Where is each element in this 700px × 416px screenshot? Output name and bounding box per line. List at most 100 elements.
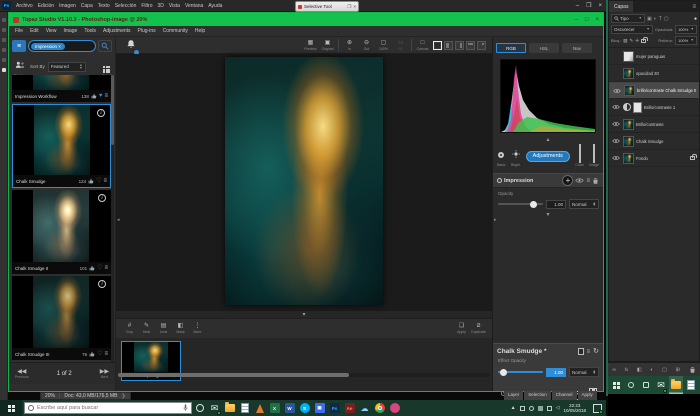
task-view-button-2[interactable] <box>639 376 653 394</box>
view-mode-top-button[interactable] <box>466 41 475 50</box>
preset-menu-icon[interactable]: ≡ <box>104 351 108 357</box>
microphone-icon[interactable] <box>183 404 188 412</box>
filter-adjustment-icon[interactable]: ◐ <box>654 16 657 22</box>
layer-filter-select[interactable]: Tipo ▼ <box>611 14 645 23</box>
preset-menu-icon[interactable]: ≡ <box>103 178 107 184</box>
filter-pin-icon[interactable]: ● <box>694 16 697 22</box>
ps-restore-button[interactable]: ❐ <box>586 2 591 9</box>
info-icon[interactable]: i <box>98 194 106 202</box>
effect-opacity-slider[interactable] <box>498 371 543 373</box>
volume-icon[interactable]: ◁ <box>556 405 560 411</box>
thumbs-up-icon[interactable] <box>89 265 95 271</box>
tab-selection[interactable]: Selection <box>524 391 551 400</box>
add-adjustment-button[interactable]: + <box>562 175 573 186</box>
adjustments-button[interactable]: Adjustments <box>526 151 570 162</box>
basic-button[interactable]: Basic <box>497 145 506 167</box>
original-button[interactable]: ▣Original <box>319 40 336 51</box>
excel-icon[interactable]: X <box>267 400 282 416</box>
photoshop-icon[interactable]: Ps <box>327 400 342 416</box>
favorite-icon[interactable]: ♥ <box>99 93 103 99</box>
impression-adjustment-header[interactable]: Impression + ≡ <box>493 173 603 188</box>
impression-opacity-slider[interactable] <box>498 203 543 205</box>
link-layers-icon[interactable]: ∞ <box>612 367 616 373</box>
tray-icon-4[interactable] <box>547 406 552 411</box>
zoom-100-button[interactable]: ▢100% <box>375 40 392 51</box>
info-icon[interactable]: i <box>97 109 105 117</box>
tz-menu-help[interactable]: Help <box>195 28 205 34</box>
effect-menu-icon[interactable]: ≡ <box>587 349 591 355</box>
start-button-2[interactable] <box>609 376 623 394</box>
visibility-toggle-on[interactable] <box>611 104 621 110</box>
sort-select[interactable]: Featured▲▼ <box>48 62 86 72</box>
filter-type-icon[interactable]: T <box>659 16 662 22</box>
image-canvas[interactable] <box>116 54 492 311</box>
tz-menu-view[interactable]: View <box>46 28 57 34</box>
status-expand-arrow[interactable]: ❯ <box>121 393 125 399</box>
ps-menu-capa[interactable]: Capa <box>81 3 93 9</box>
tz-menu-file[interactable]: File <box>15 28 23 34</box>
tab-nav[interactable]: Nav <box>562 43 592 53</box>
adjustment-menu-icon[interactable]: ≡ <box>586 178 590 184</box>
action-center-icon[interactable] <box>593 404 602 413</box>
ps-menu-3d[interactable]: 3D <box>158 3 164 9</box>
blend-mode-select[interactable]: Oscurecer▼ <box>611 25 653 34</box>
lock-transparency-icon[interactable]: ▨ <box>623 38 627 44</box>
layer-row-fondo[interactable]: Fondo <box>609 150 699 167</box>
thumbs-up-icon[interactable] <box>91 93 97 99</box>
layer-row-brillo-contraste-chalk-smudge-ii[interactable]: brillo/contraste Chalk Smudge II <box>609 82 699 99</box>
gimp-icon[interactable] <box>387 400 402 416</box>
reset-history-icon[interactable]: ↻ <box>593 348 599 355</box>
ps-close-button[interactable]: × <box>598 3 602 9</box>
previous-page-button[interactable]: ◀◀ Previous <box>15 369 29 379</box>
ps-menu-edicion[interactable]: Edición <box>38 3 54 9</box>
color-button[interactable]: Color <box>575 145 583 167</box>
panel-menu-icon[interactable]: ≡ <box>692 4 699 10</box>
zoom-in-button[interactable]: ⊕In <box>341 40 358 51</box>
taskbar-search-input[interactable] <box>37 405 180 411</box>
onedrive-icon[interactable]: ☁ <box>357 400 372 416</box>
visibility-toggle-on[interactable] <box>611 138 621 144</box>
bright-button[interactable]: Bright <box>511 145 520 167</box>
visibility-toggle-on[interactable] <box>611 155 621 161</box>
layer-row-opacidad-30[interactable]: opacidad 30 <box>609 65 699 82</box>
lock-brush-icon[interactable]: ✎ <box>630 38 634 44</box>
tray-expand-icon[interactable]: ▲ <box>511 405 516 411</box>
ps-menu-ayuda[interactable]: Ayuda <box>208 3 222 9</box>
collapse-impression-chevron[interactable]: ▾ <box>493 211 603 218</box>
duplicate-button[interactable]: ⧄Duplicate <box>470 323 487 334</box>
notifications-button[interactable] <box>126 36 136 54</box>
chrome-icon[interactable] <box>372 400 387 416</box>
delete-layer-icon[interactable] <box>689 366 696 374</box>
tz-menu-community[interactable]: Community <box>163 28 188 34</box>
view-mode-single-button[interactable] <box>433 41 442 50</box>
notepad-icon-2[interactable] <box>684 376 698 394</box>
taskbar-clock[interactable]: 22:23 10/05/2018 <box>563 403 586 414</box>
collapse-histogram-chevron[interactable]: ▴ <box>493 136 603 143</box>
visibility-eye-icon[interactable] <box>575 177 584 184</box>
tz-menu-plugins[interactable]: Plug-ins <box>138 28 156 34</box>
effect-opacity-value[interactable]: 1.00 <box>546 368 566 377</box>
ps-menu-seleccion[interactable]: Selección <box>115 3 137 9</box>
tray-icon-3[interactable] <box>538 406 543 411</box>
selective-tool-restore-button[interactable]: ❐ <box>347 4 351 10</box>
filter-shape-icon[interactable]: ▢ <box>664 16 669 22</box>
lock-move-icon[interactable]: ✛ <box>635 38 639 44</box>
topaz-close-button[interactable]: × <box>595 17 599 23</box>
tz-menu-image[interactable]: Image <box>63 28 77 34</box>
new-adjustment-icon[interactable]: ◐ <box>650 367 653 373</box>
task-view-button[interactable] <box>192 400 207 416</box>
search-button[interactable] <box>98 40 112 52</box>
collapse-left-panel-arrow[interactable]: ◂ <box>117 217 120 223</box>
favorite-icon[interactable]: ♡ <box>97 265 102 271</box>
new-group-icon[interactable]: ▢ <box>662 367 667 373</box>
filter-pixel-icon[interactable]: ▣ <box>647 16 652 22</box>
tab-hsl[interactable]: HSL <box>529 43 559 53</box>
thumbs-up-icon[interactable] <box>89 351 95 357</box>
next-page-button[interactable]: ▶▶ Next <box>100 369 109 379</box>
impression-blend-select[interactable]: Normal▲▼ <box>569 199 599 209</box>
zoom-out-button[interactable]: ⊖Out <box>358 40 375 51</box>
new-layer-icon[interactable]: ⊞ <box>676 367 680 373</box>
preset-menu-icon[interactable]: ≡ <box>104 93 108 99</box>
search-tag[interactable]: Impression × <box>31 43 65 50</box>
crop-tool-button[interactable]: #Crop <box>121 323 138 334</box>
